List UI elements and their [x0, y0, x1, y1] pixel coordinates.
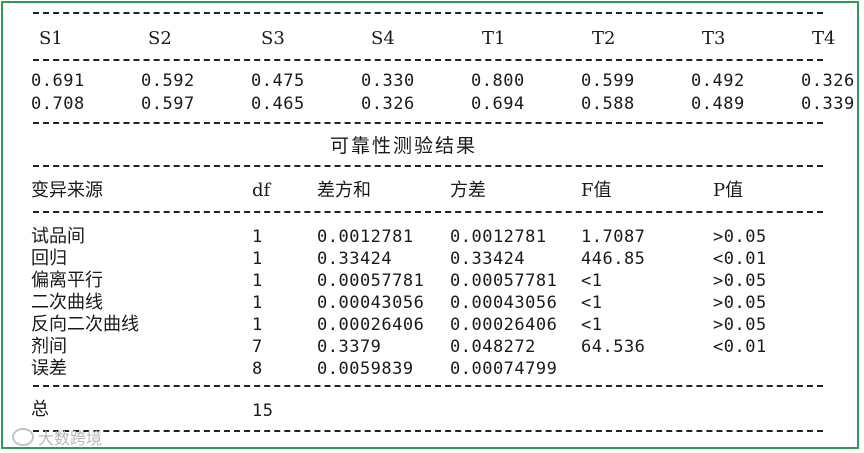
anova-cell: <1: [581, 271, 603, 291]
anova-row-label: 剂间: [31, 336, 67, 357]
sample-cell: 0.708: [31, 94, 85, 114]
anova-col-header: 差方和: [317, 180, 371, 201]
anova-cell: 1: [252, 227, 263, 247]
divider: [33, 211, 823, 213]
sample-cell: 0.475: [251, 71, 305, 91]
sample-cell: 0.465: [251, 94, 305, 114]
document-frame: [1, 1, 859, 449]
anova-cell: <0.01: [713, 337, 767, 357]
anova-cell: 0.33424: [450, 249, 526, 269]
anova-cell: 446.85: [581, 249, 646, 269]
anova-row-label: 二次曲线: [31, 292, 103, 313]
sample-col-header: S4: [371, 28, 395, 49]
sample-col-header: S2: [148, 28, 172, 49]
sample-col-header: T2: [592, 28, 616, 49]
sample-cell: 0.597: [141, 94, 195, 114]
anova-cell: <1: [581, 315, 603, 335]
anova-cell: <1: [581, 293, 603, 313]
anova-cell: 1: [252, 249, 263, 269]
anova-cell: 0.00043056: [317, 293, 425, 313]
anova-cell: 0.00026406: [450, 315, 558, 335]
sample-col-header: T3: [702, 28, 726, 49]
anova-cell: 0.0012781: [450, 227, 547, 247]
anova-cell: 8: [252, 359, 263, 379]
total-df: 15: [252, 401, 274, 421]
sample-cell: 0.588: [581, 94, 635, 114]
sample-cell: 0.492: [691, 71, 745, 91]
sample-cell: 0.694: [471, 94, 525, 114]
anova-col-header: 变异来源: [31, 180, 103, 201]
logo-icon: [12, 428, 34, 446]
anova-cell: >0.05: [713, 293, 767, 313]
anova-cell: 0.3379: [317, 337, 382, 357]
anova-row-label: 误差: [31, 358, 67, 379]
anova-cell: 1.7087: [581, 227, 646, 247]
sample-cell: 0.599: [581, 71, 635, 91]
sample-cell: 0.489: [691, 94, 745, 114]
anova-cell: 0.00057781: [450, 271, 558, 291]
sample-cell: 0.339: [801, 94, 855, 114]
anova-cell: 1: [252, 293, 263, 313]
sample-col-header: T1: [482, 28, 506, 49]
divider: [33, 430, 823, 432]
anova-cell: 0.33424: [317, 249, 393, 269]
anova-col-header: 方差: [450, 180, 486, 201]
sample-cell: 0.326: [361, 94, 415, 114]
divider: [33, 122, 823, 124]
divider: [33, 12, 823, 14]
total-label: 总: [31, 399, 49, 420]
anova-cell: >0.05: [713, 271, 767, 291]
anova-col-header: F值: [581, 180, 612, 201]
sample-col-header: T4: [812, 28, 836, 49]
anova-cell: 0.00026406: [317, 315, 425, 335]
section-title: 可靠性测验结果: [330, 135, 478, 157]
anova-cell: 7: [252, 337, 263, 357]
anova-row-label: 偏离平行: [31, 270, 103, 291]
anova-cell: 0.00074799: [450, 359, 558, 379]
sample-cell: 0.800: [471, 71, 525, 91]
sample-col-header: S3: [261, 28, 285, 49]
divider: [33, 385, 823, 387]
anova-row-label: 回归: [31, 248, 67, 269]
sample-cell: 0.326: [801, 71, 855, 91]
anova-cell: 64.536: [581, 337, 646, 357]
watermark: 大数跨境: [12, 425, 102, 449]
anova-cell: 0.048272: [450, 337, 536, 357]
sample-cell: 0.592: [141, 71, 195, 91]
anova-cell: 0.0012781: [317, 227, 414, 247]
anova-cell: <0.01: [713, 249, 767, 269]
anova-cell: 1: [252, 271, 263, 291]
divider: [33, 165, 823, 167]
anova-row-label: 反向二次曲线: [31, 314, 139, 335]
divider: [33, 59, 823, 61]
anova-row-label: 试品间: [31, 226, 85, 247]
sample-col-header: S1: [39, 28, 63, 49]
anova-col-header: P值: [713, 180, 744, 201]
watermark-text: 大数跨境: [38, 429, 103, 448]
sample-cell: 0.691: [31, 71, 85, 91]
anova-cell: >0.05: [713, 227, 767, 247]
anova-cell: 0.00057781: [317, 271, 425, 291]
anova-cell: 1: [252, 315, 263, 335]
sample-cell: 0.330: [361, 71, 415, 91]
anova-col-header: df: [252, 180, 271, 201]
anova-cell: 0.0059839: [317, 359, 414, 379]
anova-cell: 0.00043056: [450, 293, 558, 313]
anova-cell: >0.05: [713, 315, 767, 335]
